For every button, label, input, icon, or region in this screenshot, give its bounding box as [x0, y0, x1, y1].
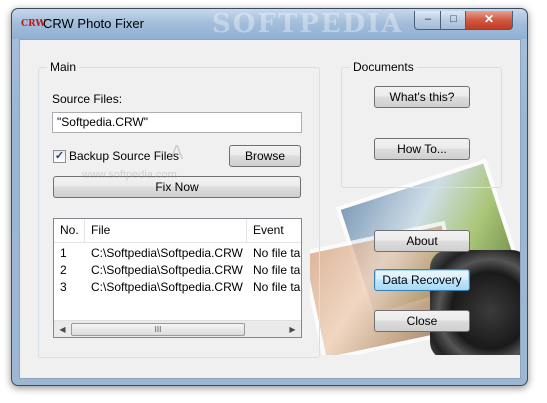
- close-icon: ✕: [483, 12, 495, 26]
- title-bar[interactable]: SOFTPEDIA CRW CRW Photo Fixer – □ ✕: [12, 9, 527, 39]
- source-files-input[interactable]: "Softpedia.CRW": [52, 112, 302, 133]
- cell-no: 3: [60, 280, 67, 294]
- camera-image: [430, 250, 520, 355]
- maximize-button[interactable]: □: [440, 11, 467, 30]
- window-title: CRW Photo Fixer: [43, 16, 144, 31]
- client-area: Main Source Files: "Softpedia.CRW" ✓ Bac…: [19, 39, 521, 379]
- cell-event: No file tail: [253, 263, 302, 277]
- softpedia-watermark-glyph: A: [170, 142, 184, 164]
- table-row[interactable]: 1 C:\Softpedia\Softpedia.CRW No file tai…: [54, 245, 301, 262]
- cell-no: 2: [60, 263, 67, 277]
- column-header-file[interactable]: File: [85, 219, 247, 242]
- list-header: No. File Event: [54, 219, 301, 243]
- column-header-event[interactable]: Event: [247, 219, 301, 242]
- cell-event: No file tail: [253, 280, 302, 294]
- scroll-left-icon[interactable]: ◀: [54, 321, 71, 337]
- close-window-button[interactable]: ✕: [465, 11, 513, 30]
- table-row[interactable]: 3 C:\Softpedia\Softpedia.CRW No file tai…: [54, 279, 301, 296]
- backup-source-files-checkbox[interactable]: ✓: [53, 150, 66, 163]
- crw-app-icon[interactable]: CRW: [21, 19, 46, 31]
- data-recovery-button[interactable]: Data Recovery: [374, 269, 470, 291]
- whats-this-button[interactable]: What's this?: [374, 86, 470, 108]
- minimize-button[interactable]: –: [414, 11, 442, 30]
- column-header-no[interactable]: No.: [54, 219, 85, 242]
- scroll-thumb[interactable]: III: [71, 323, 245, 336]
- softpedia-watermark-url: www.softpedia.com: [82, 169, 177, 181]
- source-files-label: Source Files:: [52, 92, 123, 106]
- horizontal-scrollbar[interactable]: ◀ III ▶: [54, 320, 301, 337]
- cell-file: C:\Softpedia\Softpedia.CRW: [91, 263, 243, 277]
- cell-file: C:\Softpedia\Softpedia.CRW: [91, 280, 243, 294]
- browse-button[interactable]: Browse: [229, 145, 301, 167]
- close-button[interactable]: Close: [374, 310, 470, 332]
- cell-event: No file tail: [253, 246, 302, 260]
- backup-source-files-label[interactable]: Backup Source Files: [69, 149, 179, 163]
- about-button[interactable]: About: [374, 230, 470, 252]
- cell-file: C:\Softpedia\Softpedia.CRW: [91, 246, 243, 260]
- how-to-button[interactable]: How To...: [374, 138, 470, 160]
- results-list[interactable]: No. File Event 1 C:\Softpedia\Softpedia.…: [53, 218, 302, 338]
- title-watermark: SOFTPEDIA: [212, 9, 404, 39]
- table-row[interactable]: 2 C:\Softpedia\Softpedia.CRW No file tai…: [54, 262, 301, 279]
- documents-group-label: Documents: [350, 60, 417, 74]
- app-window: SOFTPEDIA CRW CRW Photo Fixer – □ ✕ Main…: [11, 8, 528, 386]
- maximize-icon: □: [450, 13, 457, 25]
- main-group-label: Main: [47, 60, 80, 74]
- scroll-right-icon[interactable]: ▶: [284, 321, 301, 337]
- minimize-icon: –: [424, 13, 432, 25]
- cell-no: 1: [60, 246, 67, 260]
